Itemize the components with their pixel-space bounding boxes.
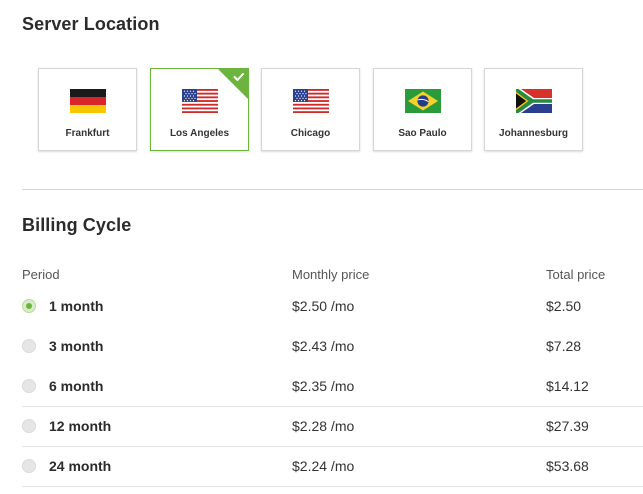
billing-row-6-month[interactable]: 6 month $2.35 /mo $14.12	[22, 367, 643, 407]
monthly-price: $2.28 /mo	[292, 418, 355, 434]
location-label: Los Angeles	[169, 128, 230, 139]
billing-cycle-title: Billing Cycle	[22, 215, 132, 235]
monthly-price: $2.35 /mo	[292, 378, 355, 394]
location-card-sao-paulo[interactable]: Sao Paulo	[373, 68, 472, 151]
location-label: Frankfurt	[65, 128, 110, 139]
period-label: 12 month	[49, 418, 112, 434]
column-header-period: Period	[22, 267, 60, 282]
monthly-price: $2.24 /mo	[292, 458, 355, 474]
period-label: 1 month	[49, 298, 104, 314]
radio-button-selected[interactable]	[22, 299, 36, 313]
row-divider	[22, 486, 643, 487]
billing-row-12-month[interactable]: 12 month $2.28 /mo $27.39	[22, 407, 643, 447]
billing-row-24-month[interactable]: 24 month $2.24 /mo $53.68	[22, 447, 643, 487]
location-card-frankfurt[interactable]: Frankfurt	[38, 68, 137, 151]
column-header-monthly-price: Monthly price	[292, 267, 370, 282]
brazil-flag-icon	[405, 89, 441, 113]
period-label: 6 month	[49, 378, 104, 394]
radio-button[interactable]	[22, 379, 36, 393]
total-price: $27.39	[546, 418, 589, 434]
period-label: 3 month	[49, 338, 104, 354]
selected-check-icon	[218, 69, 248, 99]
billing-row-3-month[interactable]: 3 month $2.43 /mo $7.28	[22, 327, 643, 367]
total-price: $53.68	[546, 458, 589, 474]
location-card-chicago[interactable]: Chicago	[261, 68, 360, 151]
location-label: Johannesburg	[499, 128, 568, 139]
location-card-johannesburg[interactable]: Johannesburg	[484, 68, 583, 151]
germany-flag-icon	[70, 89, 106, 113]
usa-flag-icon	[293, 89, 329, 113]
period-label: 24 month	[49, 458, 112, 474]
server-location-list: Frankfurt Los Angeles Chicago Sao Paulo …	[38, 68, 598, 154]
location-label: Sao Paulo	[398, 128, 447, 139]
billing-row-1-month[interactable]: 1 month $2.50 /mo $2.50	[22, 287, 643, 327]
section-divider	[22, 189, 643, 190]
radio-button[interactable]	[22, 339, 36, 353]
south-africa-flag-icon	[516, 89, 552, 113]
total-price: $2.50	[546, 298, 582, 314]
usa-flag-icon	[182, 89, 218, 113]
total-price: $7.28	[546, 338, 582, 354]
monthly-price: $2.43 /mo	[292, 338, 355, 354]
total-price: $14.12	[546, 378, 589, 394]
location-label: Chicago	[290, 128, 331, 139]
radio-button[interactable]	[22, 459, 36, 473]
radio-button[interactable]	[22, 419, 36, 433]
server-location-title: Server Location	[22, 14, 160, 34]
monthly-price: $2.50 /mo	[292, 298, 355, 314]
location-card-los-angeles[interactable]: Los Angeles	[150, 68, 249, 151]
column-header-total-price: Total price	[546, 267, 606, 282]
